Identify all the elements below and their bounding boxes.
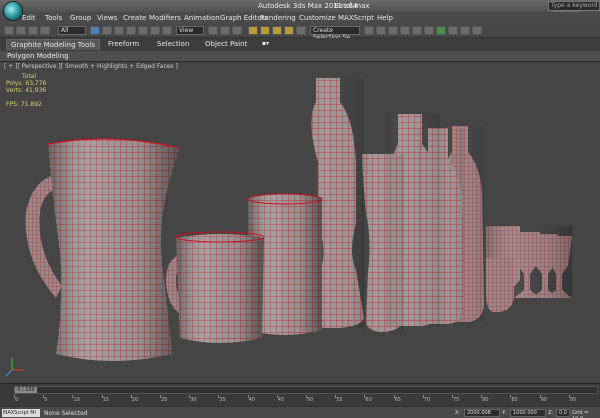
graphite-toggle-icon[interactable]	[400, 26, 410, 35]
region-select-icon[interactable]	[114, 26, 124, 35]
help-search-input[interactable]: Type a keyword or phrase	[548, 1, 600, 17]
z-coord-label: Z:	[548, 410, 554, 416]
unlink-icon[interactable]	[40, 26, 50, 35]
scene-geometry	[5, 78, 572, 377]
angle-snap-icon[interactable]	[260, 26, 270, 35]
move-icon[interactable]	[138, 26, 148, 35]
select-by-name-icon[interactable]	[102, 26, 112, 35]
edit-named-sets-icon[interactable]	[296, 26, 306, 35]
polygon-modeling-label[interactable]: Polygon Modeling	[7, 52, 69, 60]
keyboard-shortcut-icon[interactable]	[232, 26, 242, 35]
maxscript-listener-input[interactable]: MAXScript Mi	[2, 409, 40, 417]
status-bar: MAXScript Mi None Selected X: 2000.008 Y…	[0, 406, 600, 418]
pivot-icon[interactable]	[208, 26, 218, 35]
ruler-tick-label: 65	[394, 397, 401, 403]
named-selection-dropdown[interactable]: Create Selection Se	[310, 26, 360, 41]
ruler-tick-label: 30	[190, 397, 197, 403]
redo-icon[interactable]	[16, 26, 26, 35]
time-slider-track[interactable]: 0 / 100	[14, 386, 598, 394]
file-title: Botol.max	[334, 2, 370, 10]
menu-create[interactable]: Create	[123, 14, 146, 22]
menu-help[interactable]: Help	[377, 14, 393, 22]
ruler-tick-label: 15	[102, 397, 109, 403]
rotate-icon[interactable]	[150, 26, 160, 35]
main-toolbar: All View Create Selection Se	[0, 24, 600, 41]
curve-editor-icon[interactable]	[412, 26, 422, 35]
x-coord-field[interactable]: 2000.008	[464, 409, 500, 417]
title-bar: Autodesk 3ds Max 2011 x64 Botol.max Type…	[0, 0, 600, 21]
tab-freeform[interactable]: Freeform	[108, 40, 139, 48]
ruler-tick-label: 95	[569, 397, 577, 403]
rendered-frame-icon[interactable]	[460, 26, 470, 35]
frame-ruler[interactable]: 0 5 10 15 20 25 30 35 40 45 50 55 60 65 70 75 80 85 90 95	[14, 395, 598, 405]
menu-rendering[interactable]: Rendering	[260, 14, 296, 22]
ruler-tick-label: 50	[307, 397, 314, 403]
selection-status: None Selected	[44, 410, 88, 417]
ruler-tick-label: 10	[73, 397, 80, 403]
menu-maxscript[interactable]: MAXScript	[338, 14, 374, 22]
ruler-tick-label: 75	[453, 397, 460, 403]
ruler-tick-label: 5	[44, 397, 48, 403]
grid-size-label: Grid = 10.0	[572, 410, 589, 418]
menu-modifiers[interactable]: Modifiers	[149, 14, 181, 22]
x-coord-label: X:	[455, 410, 461, 416]
percent-snap-icon[interactable]	[272, 26, 282, 35]
perspective-viewport[interactable]: [ + ][ Perspective ][ Smooth + Highlight…	[0, 61, 600, 383]
menu-bar: Edit Tools Group Views Create Modifiers …	[0, 12, 600, 24]
ruler-tick-label: 25	[161, 397, 168, 403]
menu-tools[interactable]: Tools	[45, 14, 62, 22]
scale-icon[interactable]	[162, 26, 172, 35]
menu-animation[interactable]: Animation	[184, 14, 220, 22]
3dsmax-window: Autodesk 3ds Max 2011 x64 Botol.max Type…	[0, 0, 600, 418]
link-icon[interactable]	[28, 26, 38, 35]
polygon-modeling-panel: Polygon Modeling	[0, 51, 600, 61]
ruler-tick-label: 45	[277, 397, 285, 403]
menu-group[interactable]: Group	[70, 14, 91, 22]
render-production-icon[interactable]	[472, 26, 482, 35]
graphite-ribbon: Graphite Modeling Tools Freeform Selecti…	[0, 38, 600, 51]
app-logo-icon[interactable]	[3, 1, 23, 21]
ribbon-options-icon[interactable]: ▪▾	[262, 40, 269, 47]
undo-icon[interactable]	[4, 26, 14, 35]
ruler-tick-label: 70	[423, 397, 431, 403]
layer-manager-icon[interactable]	[388, 26, 398, 35]
small-mug[interactable]	[166, 231, 265, 343]
axis-tripod-icon	[5, 358, 24, 377]
ruler-tick-label: 20	[131, 397, 139, 403]
large-pitcher[interactable]	[25, 138, 181, 361]
select-manipulate-icon[interactable]	[220, 26, 230, 35]
z-coord-field[interactable]: 0.0	[556, 409, 570, 417]
tab-object-paint[interactable]: Object Paint	[205, 40, 247, 48]
y-coord-label: Y:	[502, 410, 507, 416]
ruler-tick-label: 60	[365, 397, 372, 403]
menu-customize[interactable]: Customize	[299, 14, 336, 22]
tab-selection[interactable]: Selection	[157, 40, 189, 48]
y-coord-field[interactable]: 1000.000	[510, 409, 546, 417]
spinner-snap-icon[interactable]	[284, 26, 294, 35]
menu-edit[interactable]: Edit	[22, 14, 36, 22]
select-object-icon[interactable]	[90, 26, 100, 35]
ruler-tick-label: 90	[540, 397, 547, 403]
time-slider-handle[interactable]: 0 / 100	[15, 387, 37, 393]
menu-views[interactable]: Views	[97, 14, 117, 22]
ruler-tick-label: 35	[219, 397, 226, 403]
ruler-tick-label: 40	[248, 397, 255, 403]
schematic-view-icon[interactable]	[424, 26, 434, 35]
bottle-row[interactable]	[306, 78, 514, 332]
ruler-tick-label: 80	[482, 397, 489, 403]
ruler-tick-label: 85	[511, 397, 518, 403]
tab-graphite-modeling-tools[interactable]: Graphite Modeling Tools	[6, 39, 101, 50]
mirror-icon[interactable]	[364, 26, 374, 35]
ruler-tick-label: 55	[336, 397, 343, 403]
selection-filter-dropdown[interactable]: All	[58, 26, 86, 35]
ruler-tick-label: 0	[15, 397, 19, 403]
render-setup-icon[interactable]	[448, 26, 458, 35]
align-icon[interactable]	[376, 26, 386, 35]
time-slider-bar: 0 / 100 0 5 10 15 20 25 30 35 40 45 50 55 60 65 70 75 80…	[0, 383, 600, 406]
snaps-toggle-icon[interactable]	[248, 26, 258, 35]
material-editor-icon[interactable]	[436, 26, 446, 35]
reference-coord-dropdown[interactable]: View	[176, 26, 204, 35]
window-crossing-icon[interactable]	[126, 26, 136, 35]
